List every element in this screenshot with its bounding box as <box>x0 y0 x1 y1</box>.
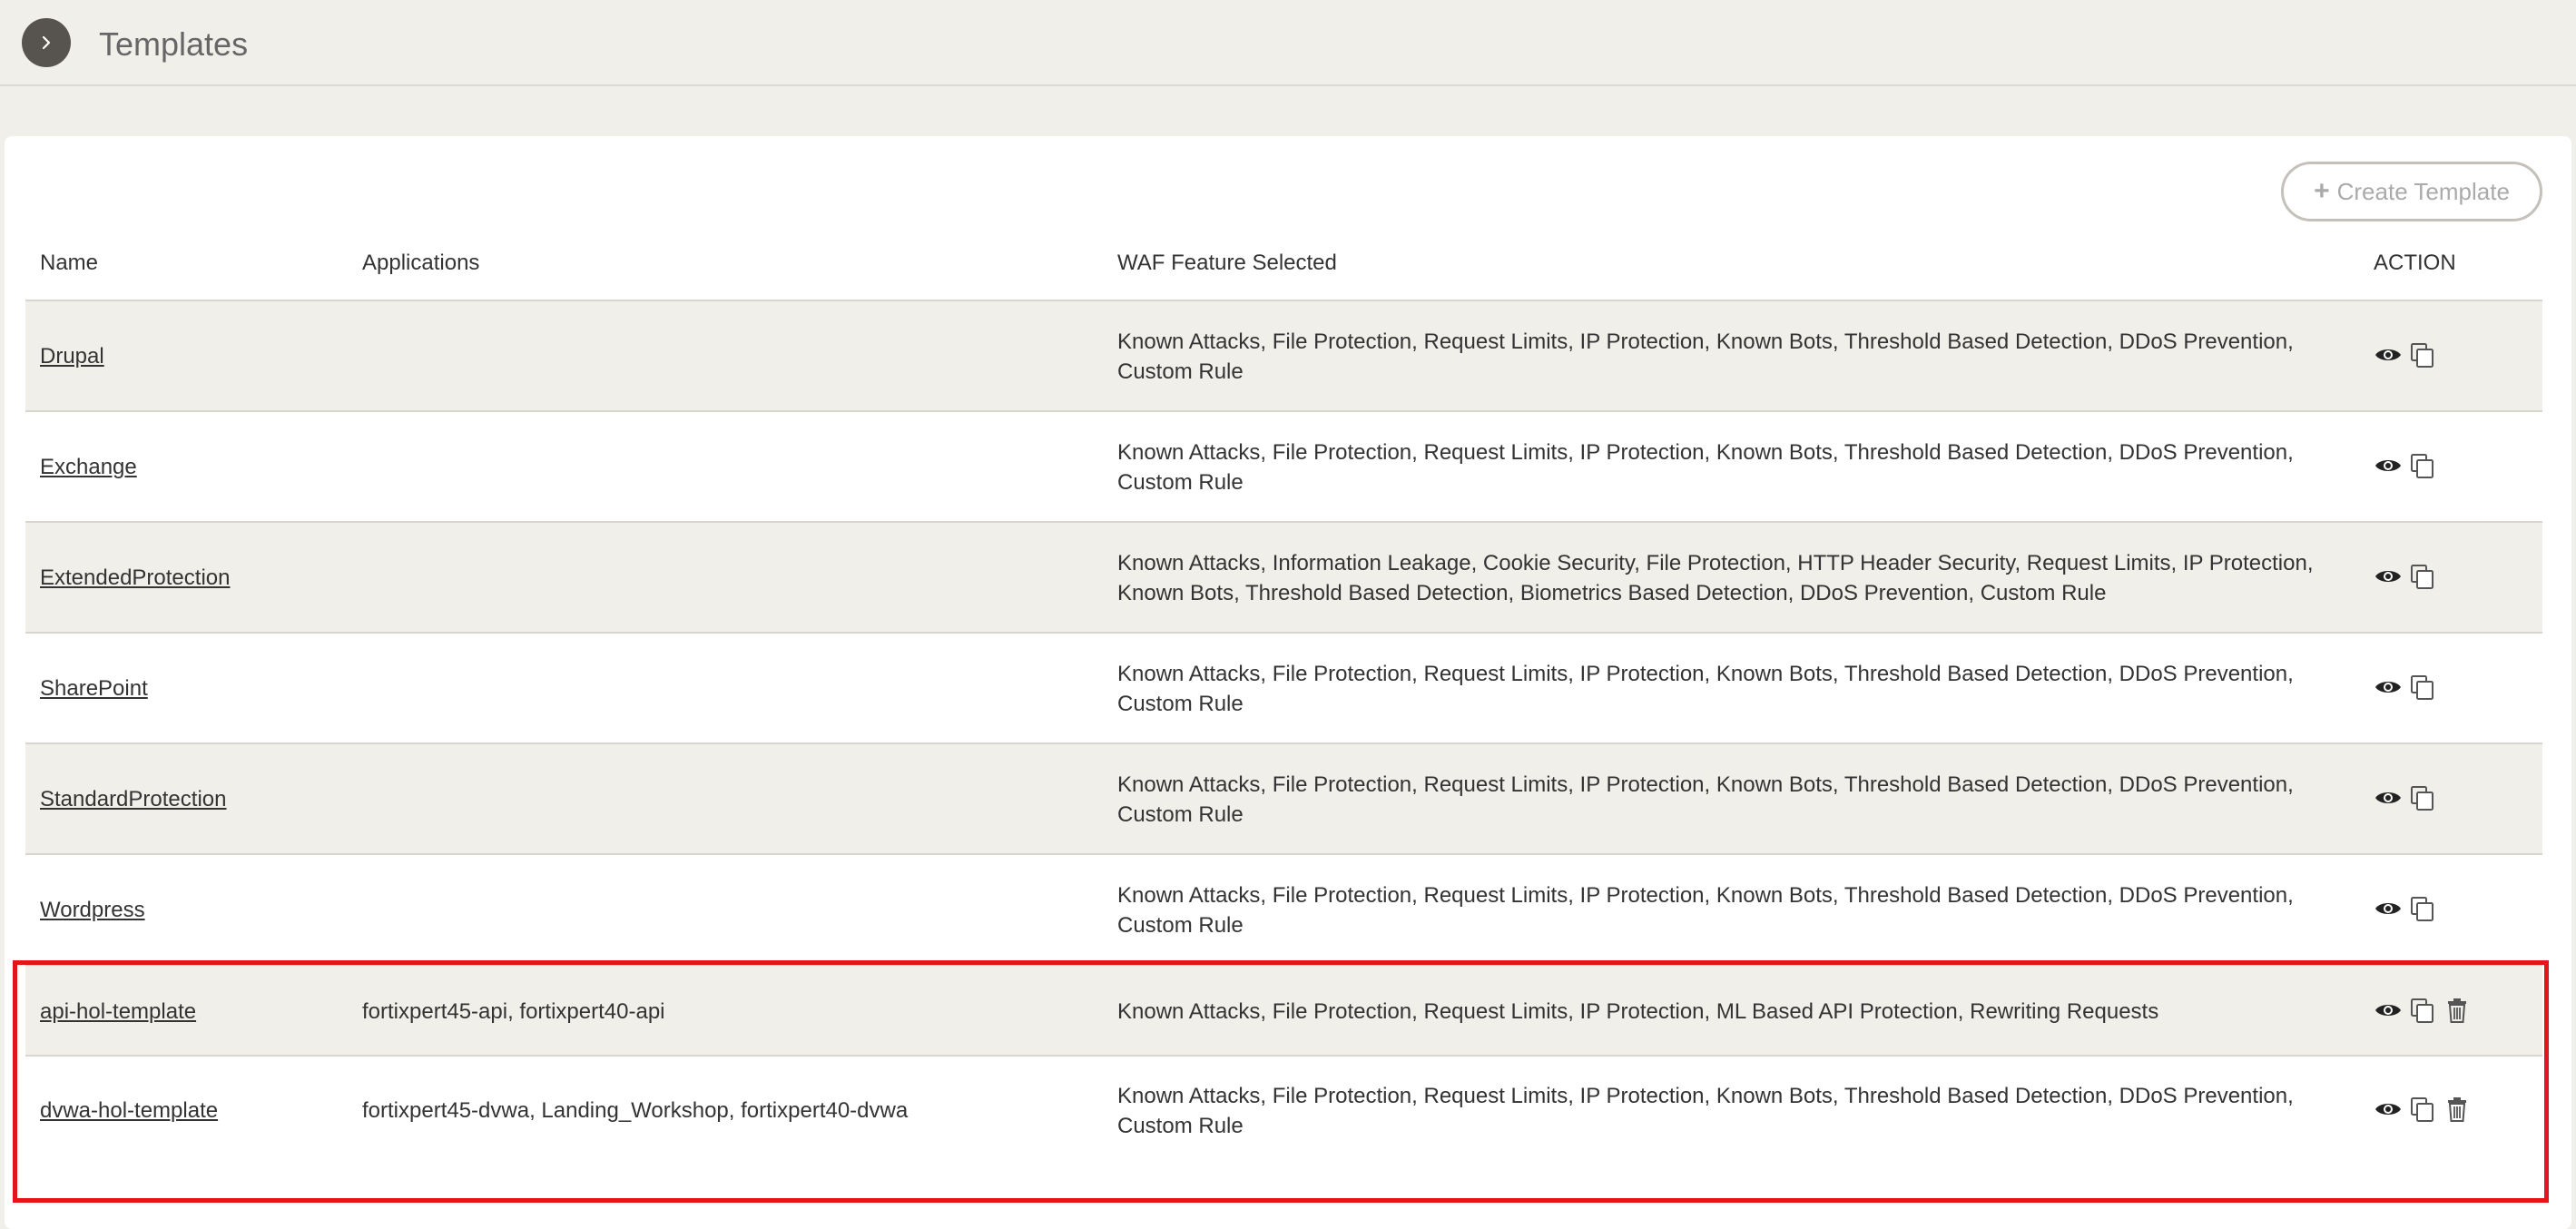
column-header-name: Name <box>40 251 99 275</box>
view-icon[interactable] <box>2374 894 2403 923</box>
table-row: Wordpress Known Attacks, File Protection,… <box>25 855 2542 966</box>
template-name-link[interactable]: dvwa-hol-template <box>40 1098 218 1123</box>
top-bar: Templates <box>0 0 2576 86</box>
name-cell: SharePoint <box>40 673 148 703</box>
view-icon[interactable] <box>2374 340 2403 369</box>
template-name-link[interactable]: Exchange <box>40 455 137 479</box>
column-header-applications: Applications <box>362 251 480 275</box>
table-row: dvwa-hol-template fortixpert45-dvwa, Land… <box>25 1057 2542 1161</box>
copy-icon[interactable] <box>2408 783 2437 812</box>
table-row: api-hol-template fortixpert45-api, fortix… <box>25 966 2542 1057</box>
name-cell: ExtendedProtection <box>40 563 230 593</box>
table-row: Drupal Known Attacks, File Protection, Re… <box>25 301 2542 412</box>
template-name-link[interactable]: Wordpress <box>40 898 145 922</box>
action-cell <box>2374 996 2472 1025</box>
waf-features-cell: Known Attacks, File Protection, Request … <box>1117 662 2294 716</box>
name-cell: dvwa-hol-template <box>40 1096 218 1126</box>
plus-icon: + <box>2314 176 2330 206</box>
view-icon[interactable] <box>2374 451 2403 480</box>
waf-features-cell: Known Attacks, File Protection, Request … <box>1117 883 2294 938</box>
copy-icon[interactable] <box>2408 562 2437 591</box>
table-row: SharePoint Known Attacks, File Protection… <box>25 634 2542 744</box>
column-header-waf-feature: WAF Feature Selected <box>1117 251 1337 275</box>
copy-icon[interactable] <box>2408 340 2437 369</box>
table-body: Drupal Known Attacks, File Protection, Re… <box>25 301 2542 1161</box>
copy-icon[interactable] <box>2408 1095 2437 1124</box>
waf-features-cell: Known Attacks, Information Leakage, Cook… <box>1117 551 2314 605</box>
name-cell: Exchange <box>40 452 137 482</box>
column-header-action: ACTION <box>2374 251 2456 275</box>
table-header: Name Applications WAF Feature Selected A… <box>25 234 2542 301</box>
name-cell: api-hol-template <box>40 997 196 1027</box>
template-name-link[interactable]: api-hol-template <box>40 999 196 1024</box>
table-row: ExtendedProtection Known Attacks, Informa… <box>25 523 2542 634</box>
waf-features-cell: Known Attacks, File Protection, Request … <box>1117 999 2159 1024</box>
sidebar-toggle-button[interactable] <box>22 18 71 67</box>
create-template-button[interactable]: + Create Template <box>2281 162 2542 221</box>
action-cell <box>2374 340 2437 369</box>
template-name-link[interactable]: ExtendedProtection <box>40 565 230 590</box>
name-cell: Wordpress <box>40 895 145 925</box>
copy-icon[interactable] <box>2408 894 2437 923</box>
page-title: Templates <box>99 25 249 63</box>
create-template-label: Create Template <box>2336 177 2510 205</box>
copy-icon[interactable] <box>2408 996 2437 1025</box>
action-cell <box>2374 894 2437 923</box>
action-cell <box>2374 1095 2472 1124</box>
template-name-link[interactable]: StandardProtection <box>40 787 226 811</box>
view-icon[interactable] <box>2374 996 2403 1025</box>
table-row: Exchange Known Attacks, File Protection, … <box>25 412 2542 523</box>
waf-features-cell: Known Attacks, File Protection, Request … <box>1117 772 2294 827</box>
chevron-right-icon <box>38 34 54 51</box>
copy-icon[interactable] <box>2408 451 2437 480</box>
table-row: StandardProtection Known Attacks, File Pr… <box>25 744 2542 855</box>
waf-features-cell: Known Attacks, File Protection, Request … <box>1117 440 2294 495</box>
waf-features-cell: Known Attacks, File Protection, Request … <box>1117 329 2294 384</box>
action-cell <box>2374 783 2437 812</box>
view-icon[interactable] <box>2374 783 2403 812</box>
view-icon[interactable] <box>2374 562 2403 591</box>
template-name-link[interactable]: Drupal <box>40 344 104 369</box>
action-cell <box>2374 562 2437 591</box>
copy-icon[interactable] <box>2408 673 2437 702</box>
trash-icon[interactable] <box>2443 996 2472 1025</box>
view-icon[interactable] <box>2374 1095 2403 1124</box>
waf-features-cell: Known Attacks, File Protection, Request … <box>1117 1084 2294 1138</box>
templates-table: Name Applications WAF Feature Selected A… <box>25 234 2542 1161</box>
view-icon[interactable] <box>2374 673 2403 702</box>
template-name-link[interactable]: SharePoint <box>40 676 148 701</box>
name-cell: StandardProtection <box>40 784 226 814</box>
name-cell: Drupal <box>40 341 104 371</box>
action-cell <box>2374 451 2437 480</box>
action-cell <box>2374 673 2437 702</box>
trash-icon[interactable] <box>2443 1095 2472 1124</box>
applications-cell: fortixpert45-api, fortixpert40-api <box>362 999 665 1024</box>
applications-cell: fortixpert45-dvwa, Landing_Workshop, for… <box>362 1098 909 1123</box>
